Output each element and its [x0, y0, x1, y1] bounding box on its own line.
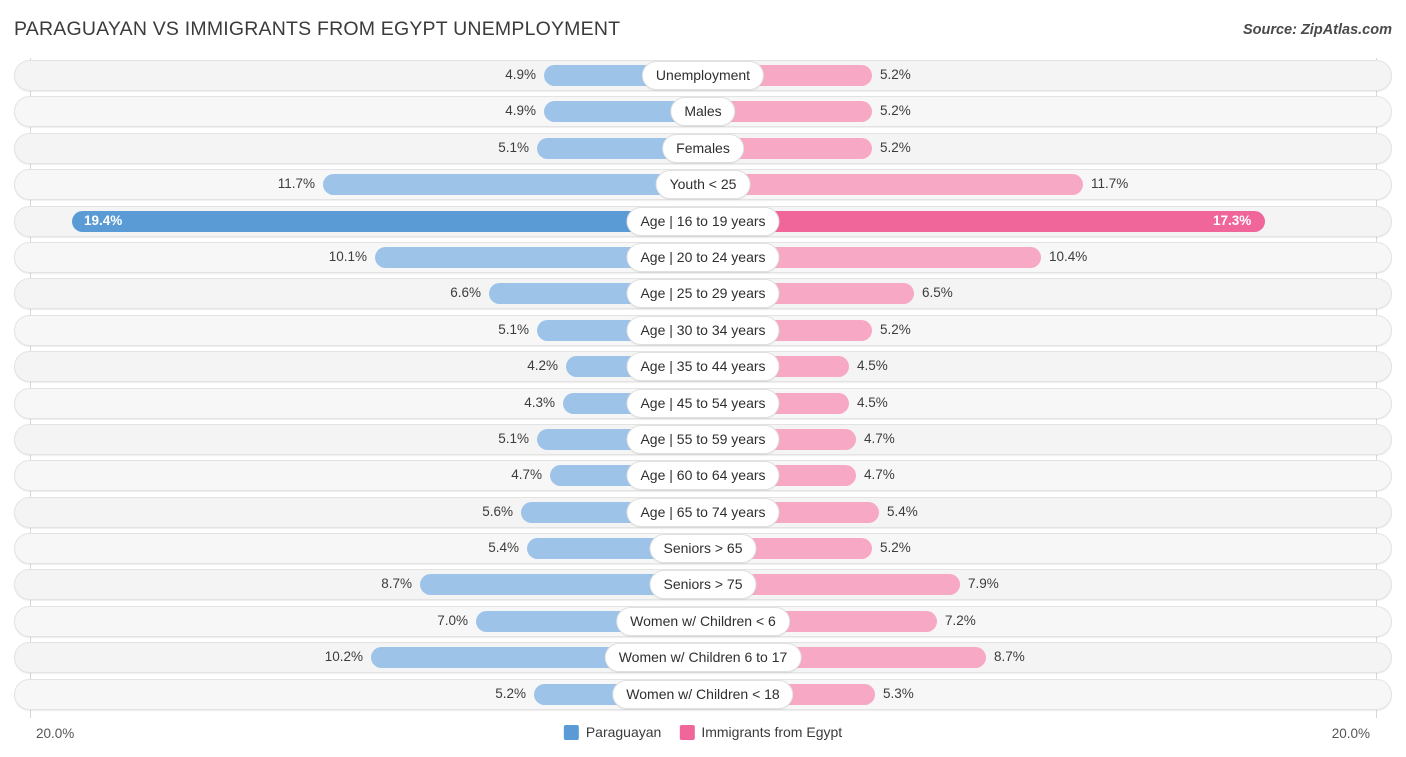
table-row[interactable]: 10.2% 8.7% Women w/ Children 6 to 17	[0, 640, 1406, 676]
table-row[interactable]: 5.2% 5.3% Women w/ Children < 18	[0, 677, 1406, 713]
category-label: Age | 65 to 74 years	[626, 497, 780, 527]
value-label-left: 4.2%	[527, 358, 558, 374]
value-label-left: 5.6%	[482, 503, 513, 519]
value-label-right: 5.2%	[880, 321, 911, 337]
category-label: Age | 30 to 34 years	[626, 315, 780, 345]
bar-right-immigrants-from-egypt	[703, 210, 1265, 232]
category-label: Age | 35 to 44 years	[626, 352, 780, 382]
value-label-right: 17.3%	[1213, 212, 1252, 228]
table-row[interactable]: 7.0% 7.2% Women w/ Children < 6	[0, 604, 1406, 640]
value-label-right: 10.4%	[1049, 248, 1088, 264]
category-label: Seniors > 75	[649, 570, 757, 600]
bar-right-immigrants-from-egypt	[703, 174, 1083, 196]
category-label: Women w/ Children 6 to 17	[604, 643, 802, 673]
chart-footer: 20.0% 20.0% Paraguayan Immigrants from Eg…	[0, 718, 1406, 757]
category-label: Unemployment	[641, 61, 765, 90]
value-label-right: 5.2%	[880, 67, 911, 82]
value-label-left: 19.4%	[84, 212, 123, 228]
category-label: Women w/ Children < 6	[616, 606, 790, 636]
table-row[interactable]: 4.3% 4.5% Age | 45 to 54 years	[0, 386, 1406, 422]
table-row[interactable]: 5.1% 4.7% Age | 55 to 59 years	[0, 422, 1406, 458]
axis-tick-left: 20.0%	[36, 726, 75, 741]
value-label-left: 4.7%	[511, 467, 542, 483]
axis-tick-right: 20.0%	[1331, 726, 1370, 741]
category-label: Females	[662, 133, 744, 163]
source-attribution: Source: ZipAtlas.com	[1242, 22, 1392, 38]
chart-plot-area: 4.9% 5.2% Unemployment 4.9% 5.2% Males 5.1% 5.2…	[0, 58, 1406, 718]
chart-header: PARAGUAYAN VS IMMIGRANTS FROM EGYPT UNEM…	[0, 0, 1406, 58]
value-label-right: 6.5%	[922, 285, 953, 301]
value-label-left: 11.7%	[277, 176, 315, 192]
table-row[interactable]: 10.1% 10.4% Age | 20 to 24 years	[0, 240, 1406, 276]
table-row[interactable]: 4.9% 5.2% Males	[0, 94, 1406, 130]
value-label-right: 5.2%	[880, 540, 911, 556]
value-label-left: 5.1%	[498, 139, 529, 155]
value-label-left: 6.6%	[450, 285, 481, 301]
value-label-left: 10.2%	[324, 649, 363, 665]
category-label: Seniors > 65	[649, 534, 757, 564]
value-label-right: 11.7%	[1091, 176, 1129, 192]
value-label-left: 4.3%	[524, 394, 555, 410]
legend-paraguayan[interactable]: Paraguayan	[563, 724, 662, 740]
table-row[interactable]: 11.7% 11.7% Youth < 25	[0, 167, 1406, 203]
value-label-left: 4.9%	[505, 67, 536, 82]
value-label-left: 5.1%	[498, 430, 529, 446]
legend-label: Paraguayan	[585, 724, 662, 740]
value-label-left: 7.0%	[437, 612, 468, 628]
value-label-right: 8.7%	[994, 649, 1025, 665]
value-label-right: 5.2%	[880, 103, 911, 119]
table-row[interactable]: 6.6% 6.5% Age | 25 to 29 years	[0, 276, 1406, 312]
category-label: Age | 45 to 54 years	[626, 388, 780, 418]
value-label-right: 4.7%	[864, 467, 895, 483]
table-row[interactable]: 5.6% 5.4% Age | 65 to 74 years	[0, 495, 1406, 531]
value-label-left: 8.7%	[381, 576, 412, 592]
value-label-right: 7.2%	[945, 612, 976, 628]
table-row[interactable]: 5.1% 5.2% Females	[0, 131, 1406, 167]
value-label-left: 5.2%	[495, 685, 526, 701]
category-label: Age | 16 to 19 years	[626, 206, 780, 236]
value-label-right: 7.9%	[968, 576, 999, 592]
value-label-left: 10.1%	[328, 248, 367, 264]
value-label-left: 5.4%	[488, 540, 519, 556]
value-label-right: 5.4%	[887, 503, 918, 519]
chart-legend: Paraguayan Immigrants from Egypt	[563, 724, 842, 740]
value-label-right: 5.3%	[883, 685, 914, 701]
category-label: Age | 20 to 24 years	[626, 242, 780, 272]
category-label: Age | 60 to 64 years	[626, 461, 780, 491]
value-label-right: 4.5%	[857, 358, 888, 374]
value-label-left: 4.9%	[505, 103, 536, 119]
table-row[interactable]: 4.9% 5.2% Unemployment	[0, 58, 1406, 94]
table-row[interactable]: 4.7% 4.7% Age | 60 to 64 years	[0, 458, 1406, 494]
table-row[interactable]: 19.4% 17.3% Age | 16 to 19 years	[0, 204, 1406, 240]
value-label-right: 4.7%	[864, 430, 895, 446]
value-label-left: 5.1%	[498, 321, 529, 337]
legend-swatch-icon	[563, 724, 579, 740]
category-label: Males	[670, 97, 736, 127]
category-label: Youth < 25	[655, 170, 751, 200]
table-row[interactable]: 5.1% 5.2% Age | 30 to 34 years	[0, 313, 1406, 349]
table-row[interactable]: 4.2% 4.5% Age | 35 to 44 years	[0, 349, 1406, 385]
legend-immigrants-from-egypt[interactable]: Immigrants from Egypt	[679, 724, 842, 740]
legend-label: Immigrants from Egypt	[701, 724, 843, 740]
bar-left-paraguayan	[72, 210, 703, 232]
legend-swatch-icon	[679, 724, 695, 740]
table-row[interactable]: 5.4% 5.2% Seniors > 65	[0, 531, 1406, 567]
category-label: Age | 25 to 29 years	[626, 279, 780, 309]
table-row[interactable]: 8.7% 7.9% Seniors > 75	[0, 567, 1406, 603]
value-label-right: 4.5%	[857, 394, 888, 410]
category-label: Age | 55 to 59 years	[626, 424, 780, 454]
category-label: Women w/ Children < 18	[612, 679, 794, 709]
page-title: PARAGUAYAN VS IMMIGRANTS FROM EGYPT UNEM…	[14, 18, 621, 40]
chart-rows: 4.9% 5.2% Unemployment 4.9% 5.2% Males 5.1% 5.2…	[0, 58, 1406, 713]
value-label-right: 5.2%	[880, 139, 911, 155]
bar-left-paraguayan	[323, 174, 703, 196]
